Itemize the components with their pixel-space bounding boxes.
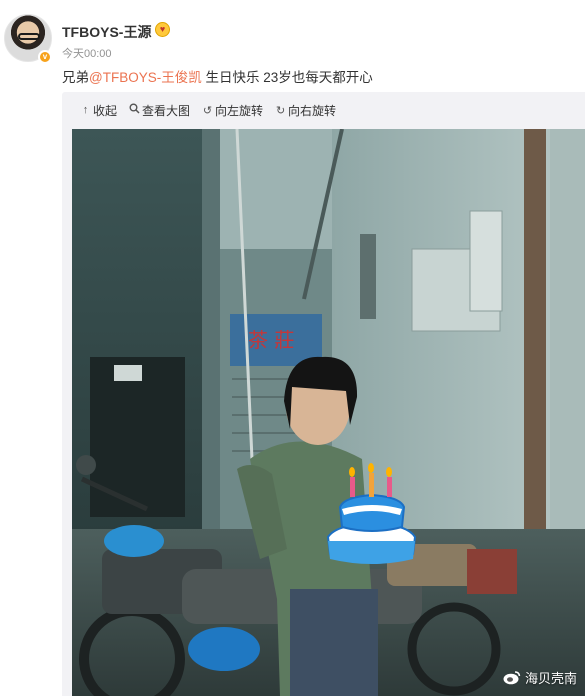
emoji-icon: ♥	[155, 22, 170, 37]
view-large-button[interactable]: 查看大图	[129, 102, 190, 119]
post-text-suffix: 生日快乐 23岁也每天都开心	[201, 70, 373, 85]
magnifier-icon	[129, 103, 140, 117]
weibo-watermark: 海贝壳南	[503, 668, 577, 687]
rotate-right-icon: ↻	[275, 104, 286, 117]
mention-link[interactable]: @TFBOYS-王俊凯	[89, 70, 202, 85]
weibo-logo-icon	[503, 670, 521, 685]
rotate-right-button[interactable]: ↻ 向右旋转	[275, 102, 336, 119]
photo-scene: 茶 莊	[72, 129, 585, 696]
post-photo[interactable]: 茶 莊 海贝壳南	[72, 129, 585, 696]
username[interactable]: TFBOYS-王源	[62, 22, 151, 42]
rotate-left-button[interactable]: ↺ 向左旋转	[202, 102, 263, 119]
rotate-left-label: 向左旋转	[215, 103, 264, 118]
glasses-detail	[18, 33, 40, 40]
watermark-text: 海贝壳南	[524, 671, 577, 686]
post-text: 兄弟@TFBOYS-王俊凯 生日快乐 23岁也每天都开心	[62, 66, 373, 86]
rotate-right-label: 向右旋转	[288, 103, 337, 118]
rotate-left-icon: ↺	[202, 104, 213, 117]
verified-badge-icon: v	[38, 50, 52, 64]
view-large-label: 查看大图	[142, 103, 191, 118]
collapse-button[interactable]: ↑ 收起	[80, 102, 117, 119]
image-toolbar: ↑ 收起 查看大图 ↺ 向左旋转 ↻ 向右旋转	[80, 101, 348, 119]
collapse-label: 收起	[93, 103, 118, 118]
shop-sign-text: 茶 莊	[248, 328, 294, 352]
post-timestamp[interactable]: 今天00:00	[62, 45, 112, 61]
post-text-prefix: 兄弟	[62, 70, 89, 85]
arrow-up-icon: ↑	[82, 104, 89, 116]
